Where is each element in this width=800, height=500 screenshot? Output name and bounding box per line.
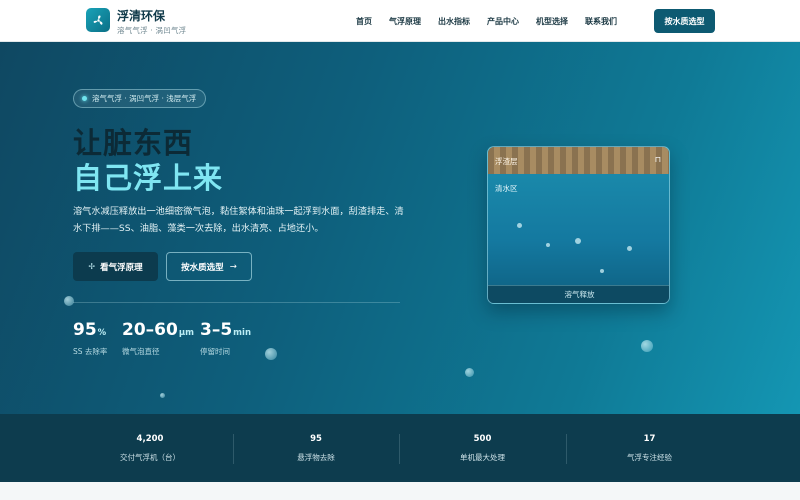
micro-bubble (517, 223, 522, 228)
select-model-button[interactable]: 按水质选型 → (166, 252, 252, 281)
stat-unit: μm (178, 328, 194, 338)
stat-value: 3–5 (200, 320, 233, 340)
stat-label: 微气泡直径 (122, 347, 160, 356)
scum-layer-label: 浮渣层 (495, 157, 518, 166)
arrow-right-icon: → (229, 261, 237, 272)
bubble-decoration (641, 340, 653, 352)
clear-water-label: 清水区 (495, 184, 518, 193)
hero-title-line-2: 自己浮上来 (73, 161, 224, 195)
stat-unit: % (97, 328, 107, 338)
bubble-decoration (465, 368, 474, 377)
band-stat-delivered: 4,200 交付气浮机（台） (67, 414, 233, 482)
nav-item-effluent[interactable]: 出水指标 (438, 16, 470, 27)
hero-section: 溶气气浮 · 涡凹气浮 · 浅层气浮 让脏东西 自己浮上来 溶气水减压释放出一池… (0, 42, 800, 414)
nav-item-models[interactable]: 机型选择 (536, 16, 568, 27)
band-stat-max-capacity: 500 单机最大处理 (399, 414, 566, 482)
nav-item-contact[interactable]: 联系我们 (585, 16, 617, 27)
band-stat-value: 95 (310, 433, 322, 444)
micro-bubble (627, 246, 632, 251)
stat-value: 95 (73, 320, 97, 340)
band-stat-label: 交付气浮机（台） (120, 452, 180, 462)
brand-name[interactable]: 浮清环保 (117, 7, 165, 24)
band-stat-label: 气浮专注经验 (627, 452, 672, 462)
view-principle-label: 看气浮原理 (100, 262, 143, 273)
band-stat-ss-removal: 95 悬浮物去除 (233, 414, 399, 482)
flotation-tank-card: 浮渣层 ⊓ 清水区 溶气释放 (487, 146, 670, 304)
stats-band: 4,200 交付气浮机（台） 95 悬浮物去除 500 单机最大处理 17 气浮… (0, 414, 800, 482)
stat-label: SS 去除率 (73, 347, 108, 356)
fan-icon: ✢ (88, 262, 96, 271)
select-by-water-button[interactable]: 按水质选型 (654, 9, 715, 33)
status-dot-icon (82, 96, 87, 101)
select-model-label: 按水质选型 (181, 262, 224, 273)
stat-ss-removal: 95% SS 去除率 (73, 320, 107, 357)
air-release-zone: 溶气释放 (488, 285, 669, 303)
band-stat-label: 悬浮物去除 (297, 452, 335, 462)
site-header: 浮清环保 溶气气浮 · 涡凹气浮 首页 气浮原理 出水指标 产品中心 机型选择 … (0, 0, 800, 42)
micro-bubble (546, 243, 550, 247)
nav-item-products[interactable]: 产品中心 (487, 16, 519, 27)
main-nav: 首页 气浮原理 出水指标 产品中心 机型选择 联系我们 (356, 0, 634, 42)
scraper-icon: ⊓ (654, 155, 661, 164)
stat-value: 20–60 (122, 320, 178, 340)
brand-tagline: 溶气气浮 · 涡凹气浮 (117, 26, 187, 35)
nav-item-principle[interactable]: 气浮原理 (389, 16, 421, 27)
stat-label: 停留时间 (200, 347, 230, 356)
fan-icon (93, 15, 102, 25)
nav-item-home[interactable]: 首页 (356, 16, 372, 27)
micro-bubble (600, 269, 604, 273)
page-bottom (0, 482, 800, 500)
bubble-decoration (265, 348, 277, 360)
bubble-decoration (160, 393, 165, 398)
stat-unit: min (233, 328, 251, 338)
scum-layer: 浮渣层 ⊓ (488, 147, 669, 174)
band-stat-value: 17 (643, 433, 656, 444)
process-tags-text: 溶气气浮 · 涡凹气浮 · 浅层气浮 (92, 94, 197, 103)
process-tags: 溶气气浮 · 涡凹气浮 · 浅层气浮 (73, 89, 207, 108)
band-stat-value: 500 (473, 433, 492, 444)
divider (73, 302, 400, 303)
band-stat-value: 4,200 (136, 433, 164, 444)
band-stat-label: 单机最大处理 (460, 452, 505, 462)
stat-retention-time: 3–5min 停留时间 (200, 320, 251, 357)
bubble-decoration (64, 296, 74, 306)
stat-bubble-size: 20–60μm 微气泡直径 (122, 320, 194, 357)
micro-bubble (575, 238, 581, 244)
band-stat-experience: 17 气浮专注经验 (566, 414, 733, 482)
logo[interactable] (86, 8, 110, 32)
view-principle-button[interactable]: ✢ 看气浮原理 (73, 252, 158, 281)
hero-description: 溶气水减压释放出一池细密微气泡，黏住絮体和油珠一起浮到水面，刮渣排走、清水下排—… (73, 206, 404, 234)
